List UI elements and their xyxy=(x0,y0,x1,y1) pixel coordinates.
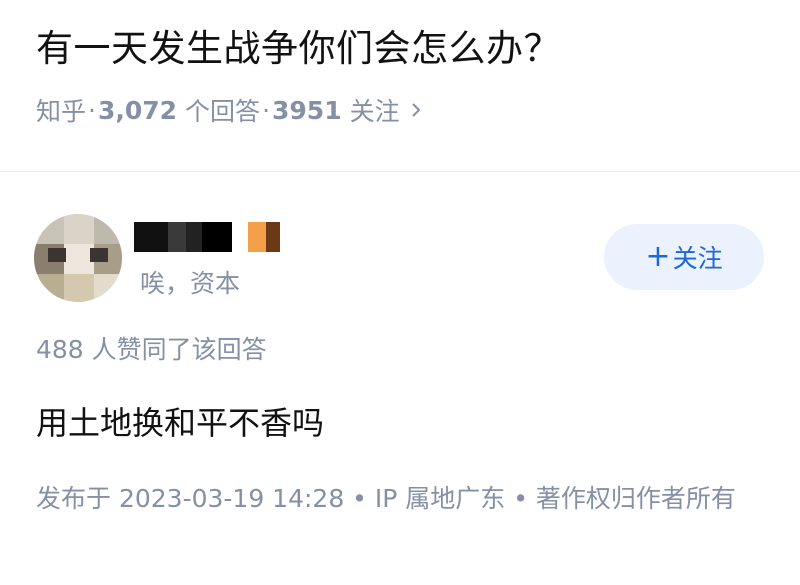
follower-count-label: 关注 xyxy=(349,97,400,126)
chevron-right-icon xyxy=(411,103,421,117)
follower-count: 3951 xyxy=(272,95,342,125)
author-headline: 唉，资本 xyxy=(140,269,241,298)
source-label: 知乎 xyxy=(36,97,87,126)
avatar[interactable] xyxy=(34,214,122,302)
follow-button[interactable]: + 关注 xyxy=(604,224,764,290)
question-meta[interactable]: 知乎 · 3,072 个回答 · 3951 关注 xyxy=(36,92,424,128)
question-title[interactable]: 有一天发生战争你们会怎么办？ xyxy=(36,18,561,72)
vote-info: 488 人赞同了该回答 xyxy=(36,335,267,364)
divider xyxy=(0,171,800,172)
author-name-redacted[interactable] xyxy=(134,222,294,252)
answer-count: 3,072 xyxy=(97,95,178,125)
separator: · xyxy=(88,95,96,125)
plus-icon: + xyxy=(645,239,671,274)
answer-count-label: 个回答 xyxy=(185,97,261,126)
answer-content[interactable]: 用土地换和平不香吗 xyxy=(36,398,324,444)
answer-footer: 发布于 2023-03-19 14:28 • IP 属地广东 • 著作权归作者所… xyxy=(36,484,736,513)
follow-button-label: 关注 xyxy=(672,244,723,273)
separator: · xyxy=(262,95,271,125)
